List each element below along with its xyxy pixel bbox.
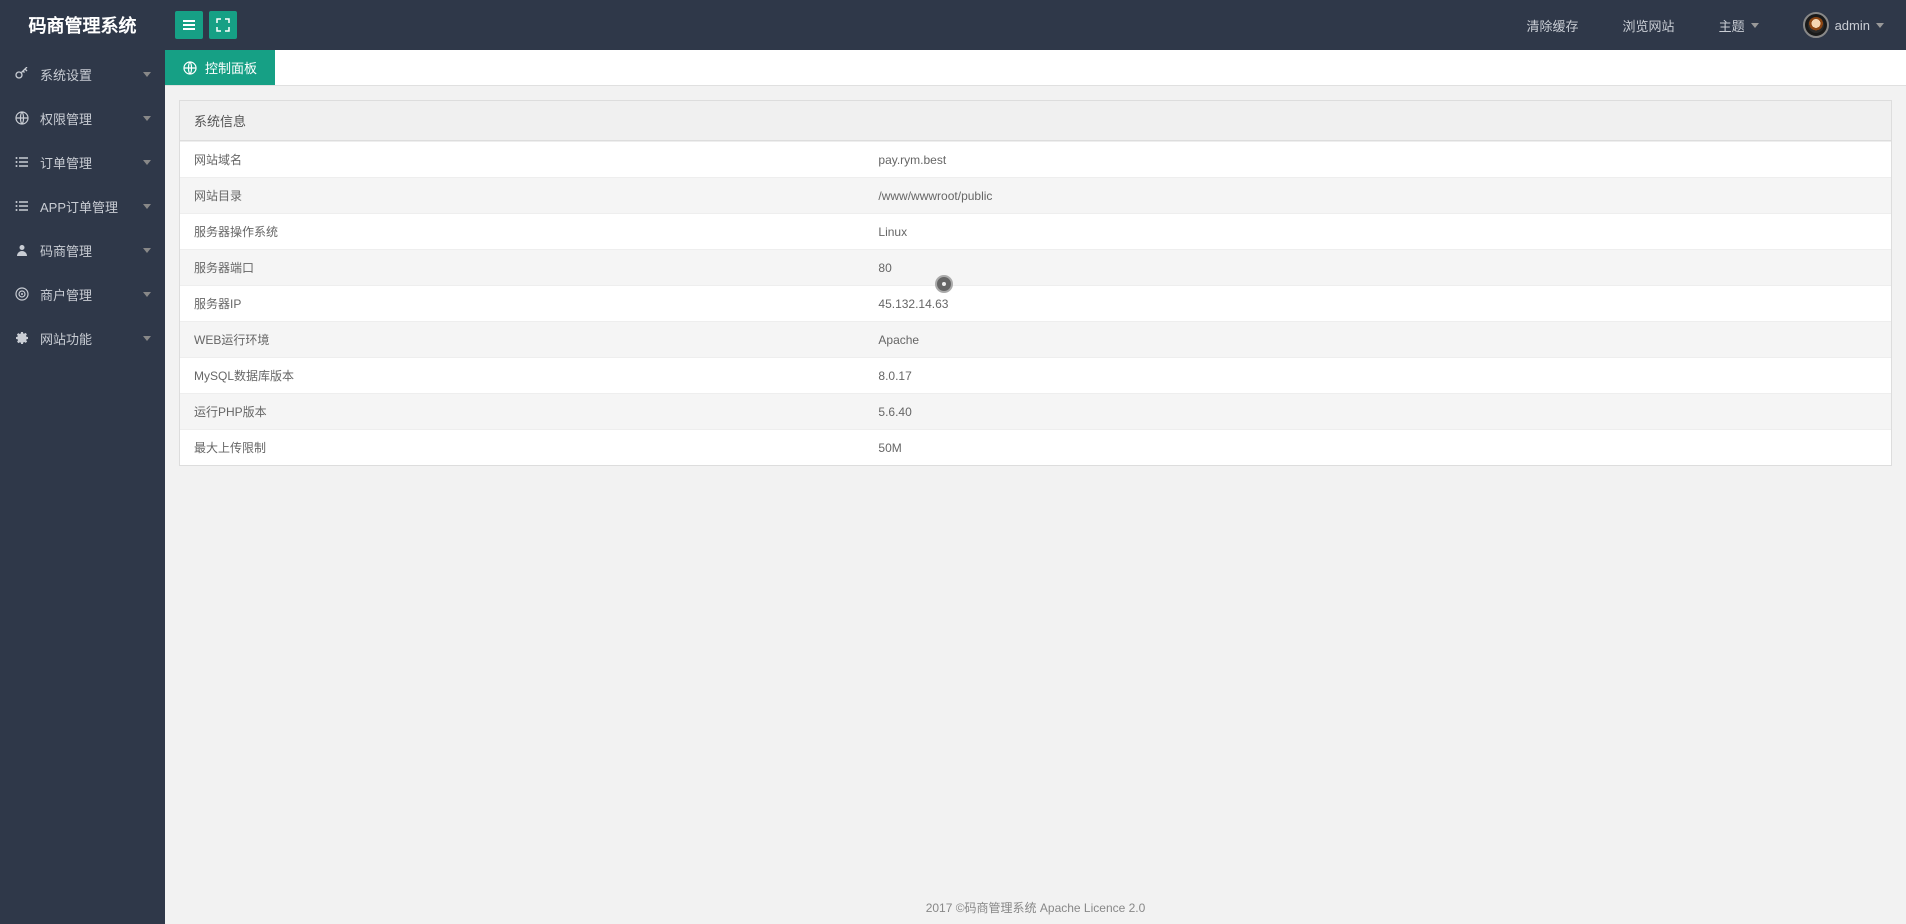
chevron-down-icon [143, 204, 151, 209]
table-row: WEB运行环境Apache [180, 322, 1891, 358]
info-value: 8.0.17 [864, 358, 1891, 394]
info-value: 50M [864, 430, 1891, 466]
gear-icon [14, 331, 30, 345]
info-value: 45.132.14.63 [864, 286, 1891, 322]
avatar [1803, 12, 1829, 38]
menu-icon [182, 18, 196, 32]
header-left-tools [165, 11, 237, 39]
info-label: MySQL数据库版本 [180, 358, 864, 394]
table-row: 网站目录/www/wwwroot/public [180, 178, 1891, 214]
fullscreen-button[interactable] [209, 11, 237, 39]
info-value: Apache [864, 322, 1891, 358]
target-icon [14, 287, 30, 301]
theme-label: 主题 [1719, 16, 1745, 35]
tab-label: 控制面板 [205, 58, 257, 77]
footer: 2017 ©码商管理系统 Apache Licence 2.0 [165, 891, 1906, 924]
browse-site-link[interactable]: 浏览网站 [1601, 0, 1697, 50]
info-label: 网站域名 [180, 142, 864, 178]
key-icon [14, 67, 30, 81]
sidebar-item-label: APP订单管理 [40, 197, 118, 216]
info-value: 80 [864, 250, 1891, 286]
header-right: 清除缓存 浏览网站 主题 admin [1505, 0, 1906, 50]
sidebar-item-3[interactable]: APP订单管理 [0, 184, 165, 228]
sidebar-item-label: 码商管理 [40, 241, 92, 260]
info-label: 服务器操作系统 [180, 214, 864, 250]
sidebar-item-2[interactable]: 订单管理 [0, 140, 165, 184]
chevron-down-icon [143, 116, 151, 121]
table-row: 网站域名pay.rym.best [180, 142, 1891, 178]
info-label: WEB运行环境 [180, 322, 864, 358]
clear-cache-link[interactable]: 清除缓存 [1505, 0, 1601, 50]
info-value: Linux [864, 214, 1891, 250]
info-value: /www/wwwroot/public [864, 178, 1891, 214]
info-label: 运行PHP版本 [180, 394, 864, 430]
theme-dropdown[interactable]: 主题 [1697, 0, 1781, 50]
app-logo: 码商管理系统 [0, 0, 165, 50]
system-info-panel: 系统信息 网站域名pay.rym.best网站目录/www/wwwroot/pu… [179, 100, 1892, 466]
chevron-down-icon [1751, 23, 1759, 28]
cursor-indicator [935, 275, 953, 293]
sidebar-item-5[interactable]: 商户管理 [0, 272, 165, 316]
tab-dashboard[interactable]: 控制面板 [165, 50, 275, 85]
user-menu[interactable]: admin [1781, 0, 1906, 50]
sidebar-item-6[interactable]: 网站功能 [0, 316, 165, 360]
chevron-down-icon [143, 292, 151, 297]
sidebar-item-label: 商户管理 [40, 285, 92, 304]
info-value: pay.rym.best [864, 142, 1891, 178]
sidebar-item-label: 系统设置 [40, 65, 92, 84]
sidebar-item-0[interactable]: 系统设置 [0, 52, 165, 96]
sidebar: 系统设置权限管理订单管理 APP订单管理码商管理商户管理网站功能 [0, 50, 165, 924]
user-icon [14, 243, 30, 257]
info-label: 最大上传限制 [180, 430, 864, 466]
chevron-down-icon [143, 72, 151, 77]
app-title: 码商管理系统 [29, 12, 137, 38]
list-icon [14, 199, 30, 213]
table-row: 最大上传限制50M [180, 430, 1891, 466]
chevron-down-icon [143, 336, 151, 341]
sidebar-item-4[interactable]: 码商管理 [0, 228, 165, 272]
clear-cache-label: 清除缓存 [1527, 16, 1579, 35]
table-row: 服务器操作系统Linux [180, 214, 1891, 250]
sidebar-item-label: 订单管理 [40, 153, 92, 172]
header: 码商管理系统 清除缓存 浏览网站 主题 admin [0, 0, 1906, 50]
username-label: admin [1835, 18, 1870, 33]
footer-text: 2017 ©码商管理系统 Apache Licence 2.0 [926, 901, 1146, 915]
system-info-table: 网站域名pay.rym.best网站目录/www/wwwroot/public服… [180, 141, 1891, 465]
browse-site-label: 浏览网站 [1623, 16, 1675, 35]
container: 系统设置权限管理订单管理 APP订单管理码商管理商户管理网站功能 控制面板 系统信… [0, 50, 1906, 924]
sidebar-item-label: 网站功能 [40, 329, 92, 348]
info-label: 服务器端口 [180, 250, 864, 286]
globe-icon [14, 111, 30, 125]
table-row: 运行PHP版本5.6.40 [180, 394, 1891, 430]
info-label: 服务器IP [180, 286, 864, 322]
tab-bar: 控制面板 [165, 50, 1906, 86]
chevron-down-icon [143, 160, 151, 165]
info-value: 5.6.40 [864, 394, 1891, 430]
panel-title: 系统信息 [180, 101, 1891, 141]
sidebar-toggle-button[interactable] [175, 11, 203, 39]
sidebar-item-1[interactable]: 权限管理 [0, 96, 165, 140]
sidebar-item-label: 权限管理 [40, 109, 92, 128]
chevron-down-icon [1876, 23, 1884, 28]
table-row: 服务器IP45.132.14.63 [180, 286, 1891, 322]
fullscreen-icon [216, 18, 230, 32]
list-icon [14, 155, 30, 169]
table-row: 服务器端口80 [180, 250, 1891, 286]
info-label: 网站目录 [180, 178, 864, 214]
main: 控制面板 系统信息 网站域名pay.rym.best网站目录/www/wwwro… [165, 50, 1906, 924]
system-info-tbody: 网站域名pay.rym.best网站目录/www/wwwroot/public服… [180, 142, 1891, 466]
table-row: MySQL数据库版本8.0.17 [180, 358, 1891, 394]
content-area: 系统信息 网站域名pay.rym.best网站目录/www/wwwroot/pu… [165, 86, 1906, 891]
chevron-down-icon [143, 248, 151, 253]
globe-icon [183, 61, 197, 75]
